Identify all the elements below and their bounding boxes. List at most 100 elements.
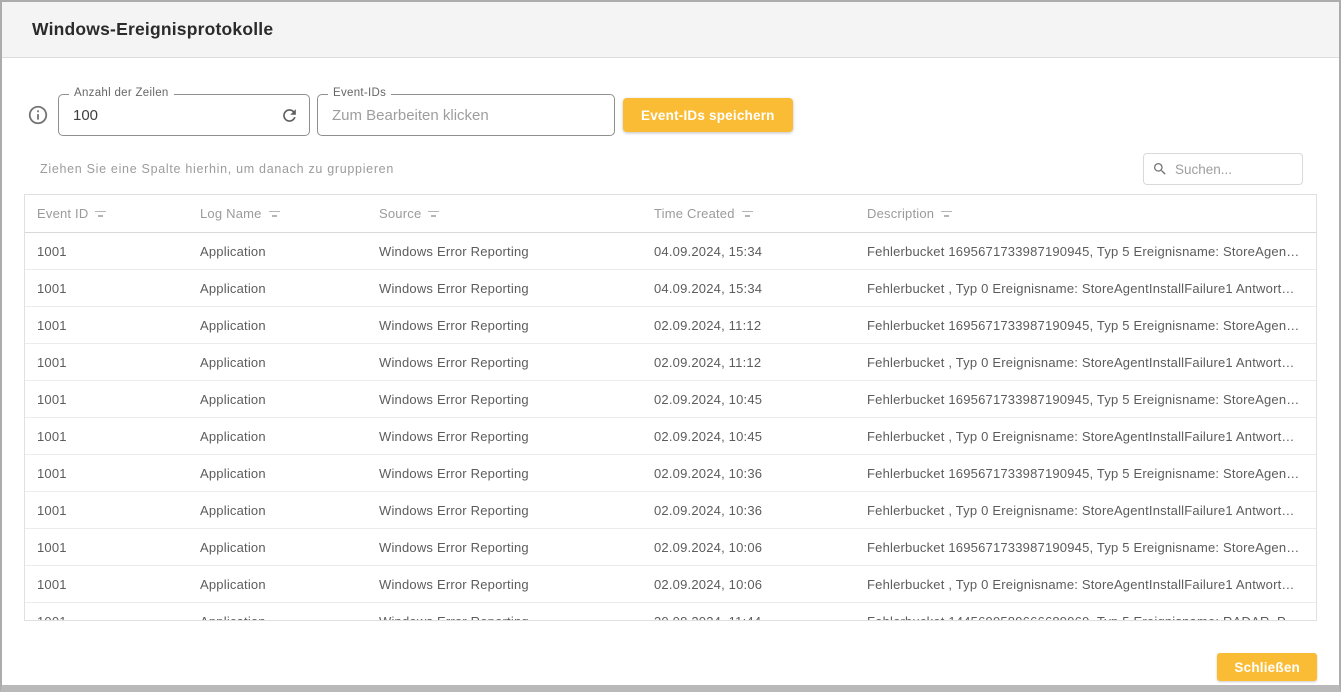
cell-time-created: 02.09.2024, 10:36	[642, 455, 855, 491]
cell-log-name: Application	[188, 529, 367, 565]
table-body: 1001 Application Windows Error Reporting…	[25, 233, 1316, 621]
cell-description: Fehlerbucket , Typ 0 Ereignisname: Store…	[855, 270, 1316, 306]
table-row[interactable]: 1001 Application Windows Error Reporting…	[25, 233, 1316, 270]
cell-event-id: 1001	[25, 381, 188, 417]
cell-source: Windows Error Reporting	[367, 529, 642, 565]
cell-event-id: 1001	[25, 418, 188, 454]
cell-description: Fehlerbucket 1445699589666689969, Typ 5 …	[855, 603, 1316, 621]
cell-log-name: Application	[188, 270, 367, 306]
cell-log-name: Application	[188, 233, 367, 269]
cell-log-name: Application	[188, 381, 367, 417]
cell-source: Windows Error Reporting	[367, 270, 642, 306]
filter-icon[interactable]	[941, 211, 952, 217]
cell-log-name: Application	[188, 455, 367, 491]
cell-event-id: 1001	[25, 344, 188, 380]
cell-description: Fehlerbucket 1695671733987190945, Typ 5 …	[855, 233, 1316, 269]
cell-description: Fehlerbucket , Typ 0 Ereignisname: Store…	[855, 566, 1316, 602]
dialog-windows-event-logs: Windows-Ereignisprotokolle Anzahl der Ze…	[0, 0, 1341, 692]
filter-icon[interactable]	[269, 211, 280, 217]
cell-event-id: 1001	[25, 455, 188, 491]
cell-event-id: 1001	[25, 307, 188, 343]
event-ids-field: Event-IDs	[317, 94, 615, 136]
column-header[interactable]: Description	[855, 195, 1316, 232]
column-header-label: Log Name	[200, 206, 262, 221]
table-row[interactable]: 1001 Application Windows Error Reporting…	[25, 381, 1316, 418]
cell-log-name: Application	[188, 418, 367, 454]
cell-time-created: 02.09.2024, 10:36	[642, 492, 855, 528]
cell-source: Windows Error Reporting	[367, 381, 642, 417]
filter-icon[interactable]	[428, 211, 439, 217]
table-row[interactable]: 1001 Application Windows Error Reporting…	[25, 418, 1316, 455]
table-row[interactable]: 1001 Application Windows Error Reporting…	[25, 566, 1316, 603]
save-event-ids-button[interactable]: Event-IDs speichern	[623, 98, 793, 132]
cell-event-id: 1001	[25, 492, 188, 528]
cell-log-name: Application	[188, 307, 367, 343]
cell-source: Windows Error Reporting	[367, 455, 642, 491]
cell-event-id: 1001	[25, 270, 188, 306]
table-row[interactable]: 1001 Application Windows Error Reporting…	[25, 455, 1316, 492]
cell-event-id: 1001	[25, 566, 188, 602]
group-panel[interactable]: Ziehen Sie eine Spalte hierhin, um danac…	[24, 162, 394, 176]
cell-description: Fehlerbucket , Typ 0 Ereignisname: Store…	[855, 492, 1316, 528]
cell-description: Fehlerbucket , Typ 0 Ereignisname: Store…	[855, 418, 1316, 454]
search-input[interactable]	[1175, 162, 1294, 177]
filter-icon[interactable]	[95, 211, 106, 217]
cell-time-created: 02.09.2024, 10:45	[642, 381, 855, 417]
cell-description: Fehlerbucket 1695671733987190945, Typ 5 …	[855, 529, 1316, 565]
table-row[interactable]: 1001 Application Windows Error Reporting…	[25, 492, 1316, 529]
column-header-label: Description	[867, 206, 934, 221]
cell-time-created: 04.09.2024, 15:34	[642, 233, 855, 269]
filter-icon[interactable]	[742, 211, 753, 217]
info-icon[interactable]	[27, 104, 49, 126]
cell-event-id: 1001	[25, 233, 188, 269]
search-icon	[1152, 161, 1168, 177]
cell-description: Fehlerbucket 1695671733987190945, Typ 5 …	[855, 381, 1316, 417]
refresh-icon[interactable]	[279, 105, 299, 125]
cell-source: Windows Error Reporting	[367, 603, 642, 621]
cell-time-created: 02.09.2024, 10:06	[642, 566, 855, 602]
dialog-titlebar: Windows-Ereignisprotokolle	[2, 2, 1339, 58]
event-ids-input[interactable]	[318, 95, 614, 135]
cell-source: Windows Error Reporting	[367, 233, 642, 269]
cell-event-id: 1001	[25, 529, 188, 565]
column-header[interactable]: Time Created	[642, 195, 855, 232]
column-header-label: Event ID	[37, 206, 88, 221]
table-row[interactable]: 1001 Application Windows Error Reporting…	[25, 529, 1316, 566]
cell-source: Windows Error Reporting	[367, 492, 642, 528]
cell-event-id: 1001	[25, 603, 188, 621]
page-title: Windows-Ereignisprotokolle	[32, 19, 273, 40]
cell-description: Fehlerbucket 1695671733987190945, Typ 5 …	[855, 307, 1316, 343]
search-box	[1143, 153, 1303, 185]
row-count-label: Anzahl der Zeilen	[69, 87, 174, 99]
cell-time-created: 02.09.2024, 11:12	[642, 307, 855, 343]
cell-log-name: Application	[188, 566, 367, 602]
controls-row: Anzahl der Zeilen Event-IDs Event-IDs sp…	[24, 94, 1317, 136]
table-row[interactable]: 1001 Application Windows Error Reporting…	[25, 270, 1316, 307]
column-header[interactable]: Source	[367, 195, 642, 232]
cell-source: Windows Error Reporting	[367, 307, 642, 343]
table-header-row: Event ID Log Name Source Time Cr	[25, 195, 1316, 233]
table-row[interactable]: 1001 Application Windows Error Reporting…	[25, 307, 1316, 344]
event-ids-label: Event-IDs	[328, 87, 391, 99]
dialog-footer: Schließen	[24, 653, 1317, 681]
column-header[interactable]: Log Name	[188, 195, 367, 232]
event-log-table: Event ID Log Name Source Time Cr	[24, 194, 1317, 621]
cell-description: Fehlerbucket , Typ 0 Ereignisname: Store…	[855, 344, 1316, 380]
column-header-label: Source	[379, 206, 421, 221]
cell-log-name: Application	[188, 492, 367, 528]
grid-toolbar: Ziehen Sie eine Spalte hierhin, um danac…	[24, 153, 1317, 185]
column-header-label: Time Created	[654, 206, 735, 221]
column-header[interactable]: Event ID	[25, 195, 188, 232]
cell-source: Windows Error Reporting	[367, 344, 642, 380]
cell-log-name: Application	[188, 603, 367, 621]
table-row[interactable]: 1001 Application Windows Error Reporting…	[25, 344, 1316, 381]
row-count-field: Anzahl der Zeilen	[58, 94, 310, 136]
cell-log-name: Application	[188, 344, 367, 380]
cell-time-created: 02.09.2024, 10:45	[642, 418, 855, 454]
row-count-input[interactable]	[59, 95, 309, 135]
close-button[interactable]: Schließen	[1217, 653, 1317, 681]
cell-source: Windows Error Reporting	[367, 418, 642, 454]
cell-description: Fehlerbucket 1695671733987190945, Typ 5 …	[855, 455, 1316, 491]
cell-time-created: 30.08.2024, 11:44	[642, 603, 855, 621]
table-row[interactable]: 1001 Application Windows Error Reporting…	[25, 603, 1316, 621]
